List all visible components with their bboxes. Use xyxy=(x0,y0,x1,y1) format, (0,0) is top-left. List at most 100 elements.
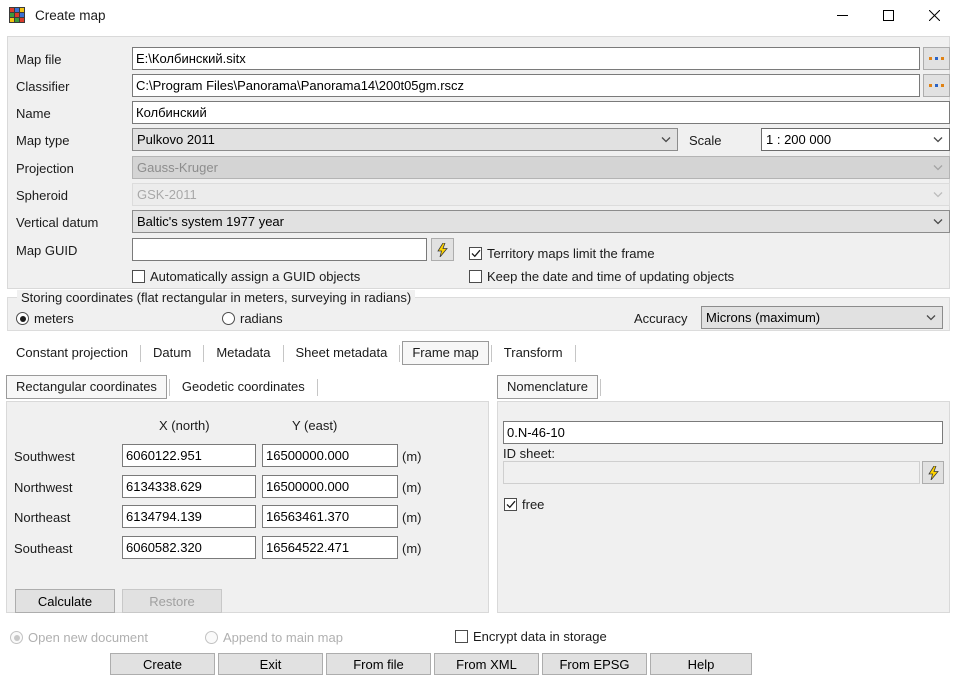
window-titlebar: Create map xyxy=(0,0,957,30)
map-file-browse-button[interactable] xyxy=(923,47,950,70)
id-sheet-generate-button[interactable] xyxy=(922,461,944,484)
northwest-y-input[interactable]: 16500000.000 xyxy=(262,475,398,498)
minimize-icon[interactable] xyxy=(819,0,865,30)
checkbox-box xyxy=(455,630,468,643)
checkbox-box xyxy=(132,270,145,283)
storing-option-meters[interactable]: meters xyxy=(16,311,74,326)
chevron-down-icon xyxy=(661,129,671,150)
southwest-y-input[interactable]: 16500000.000 xyxy=(262,444,398,467)
spheroid-value: GSK-2011 xyxy=(137,187,197,202)
accuracy-label: Accuracy xyxy=(634,311,688,326)
chevron-down-icon xyxy=(933,129,943,150)
vertical-datum-label: Vertical datum xyxy=(16,215,99,230)
free-checkbox[interactable]: free xyxy=(504,497,544,512)
help-button[interactable]: Help xyxy=(650,653,752,675)
map-type-combobox[interactable]: Pulkovo 2011 xyxy=(132,128,678,151)
territory-limit-checkbox[interactable]: Territory maps limit the frame xyxy=(469,246,655,261)
projection-combobox: Gauss-Kruger xyxy=(132,156,950,179)
northeast-x-input[interactable]: 6134794.139 xyxy=(122,505,256,528)
name-input[interactable]: Колбинский xyxy=(132,101,950,124)
tab-separator xyxy=(140,345,142,362)
tab-separator xyxy=(599,379,601,396)
keep-date-checkbox[interactable]: Keep the date and time of updating objec… xyxy=(469,269,734,284)
map-guid-label: Map GUID xyxy=(16,243,78,258)
row-label-northeast: Northeast xyxy=(14,510,71,525)
tab-separator xyxy=(399,345,401,362)
map-type-label: Map type xyxy=(16,133,70,148)
restore-button: Restore xyxy=(122,589,222,613)
from-file-button[interactable]: From file xyxy=(326,653,431,675)
classifier-input[interactable]: C:\Program Files\Panorama\Panorama14\200… xyxy=(132,74,920,97)
left-subtabstrip: Rectangular coordinates Geodetic coordin… xyxy=(6,375,320,399)
id-sheet-label: ID sheet: xyxy=(503,446,556,461)
southeast-x-input[interactable]: 6060582.320 xyxy=(122,536,256,559)
classifier-label: Classifier xyxy=(16,79,70,94)
projection-label: Projection xyxy=(16,161,74,176)
checkbox-box xyxy=(504,498,517,511)
maximize-icon[interactable] xyxy=(865,0,911,30)
checkmark-icon xyxy=(506,500,515,509)
exit-button[interactable]: Exit xyxy=(218,653,323,675)
vertical-datum-combobox[interactable]: Baltic's system 1977 year xyxy=(132,210,950,233)
vertical-datum-value: Baltic's system 1977 year xyxy=(137,214,284,229)
map-file-input[interactable]: E:\Колбинский.sitx xyxy=(132,47,920,70)
tab-transform[interactable]: Transform xyxy=(494,341,573,365)
southwest-unit: (m) xyxy=(402,449,422,464)
accuracy-combobox[interactable]: Microns (maximum) xyxy=(701,306,943,329)
map-file-label: Map file xyxy=(16,52,62,67)
tab-separator xyxy=(282,345,284,362)
right-subtabstrip: Nomenclature xyxy=(497,375,603,399)
close-icon[interactable] xyxy=(911,0,957,30)
projection-value: Gauss-Kruger xyxy=(137,160,218,175)
tab-constant-projection[interactable]: Constant projection xyxy=(6,341,138,365)
window-controls xyxy=(819,0,957,30)
northwest-x-input[interactable]: 6134338.629 xyxy=(122,475,256,498)
create-button[interactable]: Create xyxy=(110,653,215,675)
scale-combobox[interactable]: 1 : 200 000 xyxy=(761,128,950,151)
radio-box xyxy=(10,631,23,644)
encrypt-data-checkbox[interactable]: Encrypt data in storage xyxy=(455,629,607,644)
spheroid-label: Spheroid xyxy=(16,188,69,203)
row-label-northwest: Northwest xyxy=(14,480,73,495)
southeast-unit: (m) xyxy=(402,541,422,556)
calculate-button[interactable]: Calculate xyxy=(15,589,115,613)
auto-guid-label: Automatically assign a GUID objects xyxy=(150,269,361,284)
map-guid-generate-button[interactable] xyxy=(431,238,454,261)
auto-guid-checkbox[interactable]: Automatically assign a GUID objects xyxy=(132,269,360,284)
southwest-x-input[interactable]: 6060122.951 xyxy=(122,444,256,467)
footer-radio-append-to-main-map: Append to main map xyxy=(205,630,343,645)
northeast-y-input[interactable]: 16563461.370 xyxy=(262,505,398,528)
storing-option-radians[interactable]: radians xyxy=(222,311,283,326)
tab-separator xyxy=(168,379,170,396)
chevron-down-icon xyxy=(933,157,943,178)
northwest-unit: (m) xyxy=(402,480,422,495)
from-epsg-button[interactable]: From EPSG xyxy=(542,653,647,675)
scale-value: 1 : 200 000 xyxy=(766,132,832,147)
id-sheet-input[interactable] xyxy=(503,461,920,484)
tab-separator xyxy=(490,345,492,362)
territory-limit-label: Territory maps limit the frame xyxy=(487,246,655,261)
nomenclature-input[interactable]: 0.N-46-10 xyxy=(503,421,943,444)
tab-frame-map[interactable]: Frame map xyxy=(402,341,489,365)
main-tabstrip: Constant projection Datum Metadata Sheet… xyxy=(6,341,578,365)
from-xml-button[interactable]: From XML xyxy=(434,653,539,675)
accuracy-value: Microns (maximum) xyxy=(706,310,821,325)
tab-geodetic-coordinates[interactable]: Geodetic coordinates xyxy=(172,375,315,399)
tab-datum[interactable]: Datum xyxy=(143,341,201,365)
chevron-down-icon xyxy=(926,307,936,328)
classifier-browse-button[interactable] xyxy=(923,74,950,97)
x-column-header: X (north) xyxy=(159,418,210,433)
footer-radio-append-to-main-map-label: Append to main map xyxy=(223,630,343,645)
storing-option-meters-label: meters xyxy=(34,311,74,326)
tab-nomenclature[interactable]: Nomenclature xyxy=(497,375,598,399)
chevron-down-icon xyxy=(933,184,943,205)
map-grid-icon xyxy=(9,7,25,23)
tab-metadata[interactable]: Metadata xyxy=(206,341,280,365)
radio-box xyxy=(205,631,218,644)
southeast-y-input[interactable]: 16564522.471 xyxy=(262,536,398,559)
tab-sheet-metadata[interactable]: Sheet metadata xyxy=(286,341,398,365)
tab-separator xyxy=(316,379,318,396)
tab-rectangular-coordinates[interactable]: Rectangular coordinates xyxy=(6,375,167,399)
storing-coordinates-title: Storing coordinates (flat rectangular in… xyxy=(17,290,416,305)
map-guid-input[interactable] xyxy=(132,238,427,261)
